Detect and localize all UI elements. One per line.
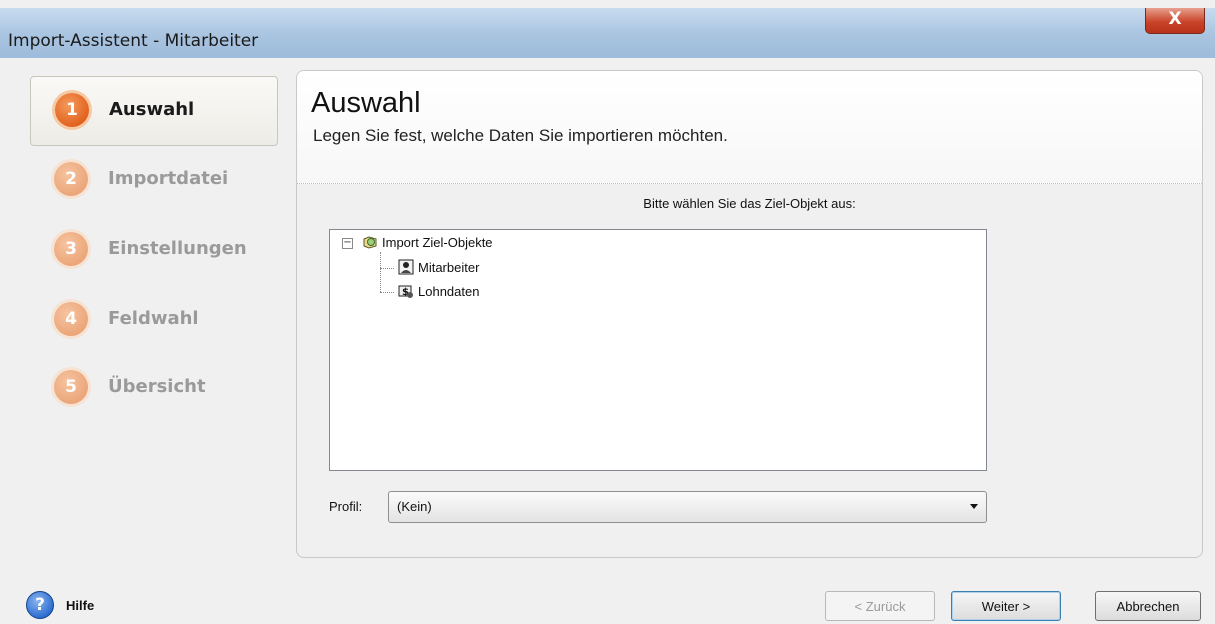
- profile-selected-value: (Kein): [397, 499, 432, 514]
- window-title: Import-Assistent - Mitarbeiter: [8, 31, 259, 51]
- back-button[interactable]: < Zurück: [825, 591, 935, 621]
- tree-connector: [380, 268, 394, 269]
- step-number-badge: 3: [54, 232, 88, 266]
- step-importdatei[interactable]: 2 Importdatei: [30, 146, 276, 214]
- step-auswahl[interactable]: 1 Auswahl: [30, 76, 278, 146]
- page-title: Auswahl: [311, 87, 421, 119]
- close-button[interactable]: X: [1145, 8, 1205, 34]
- wizard-steps: 1 Auswahl 2 Importdatei 3 Einstellungen …: [22, 68, 284, 438]
- page-subtitle: Legen Sie fest, welche Daten Sie importi…: [313, 126, 728, 145]
- step-number-badge: 4: [54, 302, 88, 336]
- step-number-badge: 5: [54, 370, 88, 404]
- employee-icon: [398, 259, 414, 275]
- collapse-toggle[interactable]: −: [342, 238, 353, 249]
- step-label: Übersicht: [108, 376, 206, 397]
- step-uebersicht[interactable]: 5 Übersicht: [30, 354, 276, 422]
- tree-root-label[interactable]: Import Ziel-Objekte: [382, 235, 493, 250]
- tree-item-mitarbeiter[interactable]: Mitarbeiter: [418, 260, 479, 275]
- step-label: Feldwahl: [108, 308, 199, 329]
- step-number-badge: 2: [54, 162, 88, 196]
- cancel-button[interactable]: Abbrechen: [1095, 591, 1201, 621]
- help-link[interactable]: Hilfe: [66, 598, 94, 613]
- main-panel: Auswahl Legen Sie fest, welche Daten Sie…: [296, 70, 1203, 558]
- help-icon[interactable]: ?: [26, 591, 54, 619]
- selection-prompt: Bitte wählen Sie das Ziel-Objekt aus:: [643, 196, 856, 211]
- target-object-tree[interactable]: − Import Ziel-Objekte Mitarbeiter $ Lohn…: [329, 229, 987, 471]
- step-feldwahl[interactable]: 4 Feldwahl: [30, 286, 276, 354]
- step-label: Importdatei: [108, 168, 229, 189]
- tree-connector: [380, 252, 381, 292]
- step-label: Auswahl: [109, 99, 195, 120]
- tree-connector: [380, 292, 394, 293]
- payroll-icon: $: [398, 285, 413, 298]
- tree-item-lohndaten[interactable]: Lohndaten: [418, 284, 479, 299]
- step-einstellungen[interactable]: 3 Einstellungen: [30, 216, 276, 284]
- folder-globe-icon: [363, 236, 377, 249]
- profile-label: Profil:: [329, 499, 363, 514]
- next-button[interactable]: Weiter >: [951, 591, 1061, 621]
- title-bar: Import-Assistent - Mitarbeiter: [0, 8, 1215, 58]
- page-header: Auswahl Legen Sie fest, welche Daten Sie…: [297, 71, 1202, 184]
- chevron-down-icon[interactable]: [970, 504, 978, 509]
- step-number-badge: 1: [55, 93, 89, 127]
- step-label: Einstellungen: [108, 238, 247, 259]
- profile-dropdown[interactable]: (Kein): [388, 491, 987, 523]
- import-wizard-window: Import-Assistent - Mitarbeiter X 1 Auswa…: [0, 0, 1215, 624]
